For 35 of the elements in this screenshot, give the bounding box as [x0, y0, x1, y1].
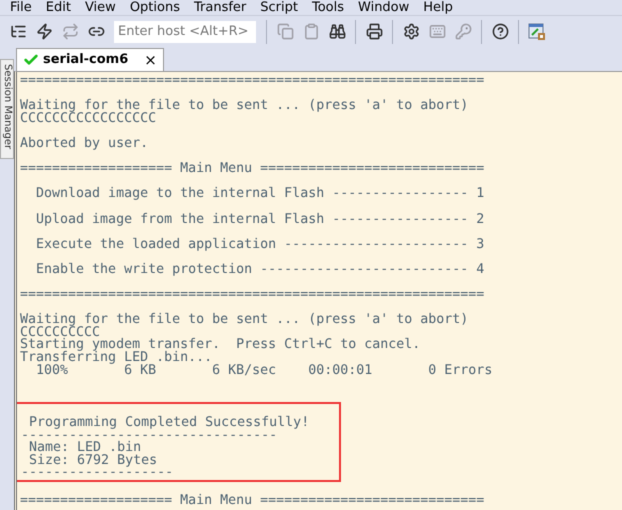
- session-manager-tab[interactable]: Session Manager: [0, 59, 14, 159]
- menu-item[interactable]: Script: [260, 0, 298, 15]
- terminal-line: --------------------------------: [21, 430, 278, 442]
- close-button[interactable]: ×: [144, 48, 157, 72]
- menu-item[interactable]: Window: [358, 0, 410, 15]
- terminal-line: -------------------: [21, 467, 174, 480]
- terminal-line: Aborted by user.: [20, 138, 148, 151]
- terminal-line: Download image to the internal Flash ----------------- 1: [35, 188, 484, 201]
- terminal-line: Transferring LED .bin...: [20, 352, 212, 365]
- terminal-line: ==========================================================: [20, 75, 484, 88]
- terminal-line: Upload image from the internal Flash ----------------- 2: [35, 214, 484, 226]
- terminal-line: =================== Main Menu ============================: [20, 494, 484, 508]
- terminal-line: Starting ymodem transfer. Press Ctrl+C to cancel.: [20, 339, 420, 352]
- session-tab[interactable]: serial-com6 ×: [16, 48, 164, 71]
- menu-item[interactable]: File: [10, 0, 32, 15]
- menu-item[interactable]: Options: [130, 0, 180, 15]
- terminal-line: Waiting for the file to be sent ... (press 'a' to abort): [20, 100, 468, 113]
- menu-item[interactable]: Help: [423, 0, 453, 15]
- terminal-line: CCCCCCCCCC: [20, 326, 100, 340]
- terminal-line: Execute the loaded application ----------------------- 3: [35, 238, 484, 252]
- terminal-line: CCCCCCCCCCCCCCCCC: [20, 112, 156, 126]
- menu-item[interactable]: Edit: [46, 0, 71, 15]
- tab-label: serial-com6: [43, 51, 128, 70]
- terminal-line: Name: LED .bin: [28, 442, 142, 455]
- terminal-line: =================== Main Menu ============================: [20, 163, 484, 176]
- host-field[interactable]: Enter host <Alt+R>: [114, 20, 256, 42]
- terminal-line: Size: 6792 Bytes: [28, 454, 158, 468]
- menu-item[interactable]: Transfer: [194, 0, 246, 15]
- terminal-line: Enable the write protection -------------------------- 4: [35, 264, 484, 276]
- menu-item[interactable]: Tools: [312, 0, 344, 15]
- terminal-line: 100% 6 KB 6 KB/sec 00:00:01 0 Errors: [36, 364, 492, 378]
- menu-item[interactable]: View: [84, 0, 116, 15]
- terminal-line: ==========================================================: [20, 289, 484, 302]
- terminal-line: Waiting for the file to be sent ... (press 'a' to abort): [20, 314, 468, 327]
- terminal-line: Programming Completed Successfully!: [28, 417, 310, 430]
